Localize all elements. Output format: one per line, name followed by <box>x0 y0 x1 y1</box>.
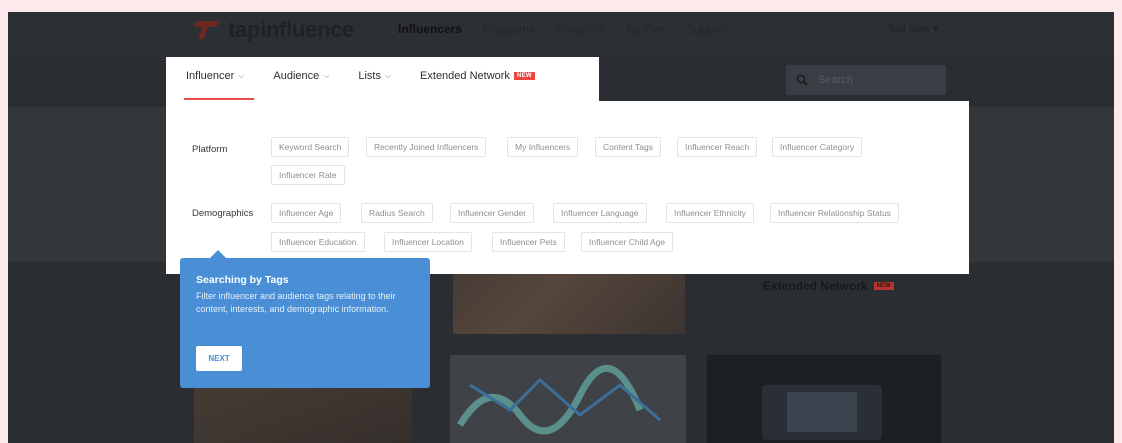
chip-influencer-location[interactable]: Influencer Location <box>384 232 472 252</box>
chevron-down-icon: ⌵ <box>323 71 330 80</box>
next-button[interactable]: NEXT <box>196 346 242 371</box>
chip-influencer-child-age[interactable]: Influencer Child Age <box>581 232 674 252</box>
tooltip-body: Filter influencer and audience tags rela… <box>196 291 396 314</box>
filter-panel: Platform Keyword Search Recently Joined … <box>166 101 969 274</box>
active-tab-indicator <box>184 98 254 100</box>
top-navigation: Influencers Programs Analytics TapFire S… <box>398 22 728 36</box>
background-card-phone <box>707 355 941 443</box>
chip-influencer-gender[interactable]: Influencer Gender <box>450 203 535 223</box>
tab-label: Extended Network <box>420 70 510 82</box>
chip-my-influencers[interactable]: My Influencers <box>507 137 579 157</box>
user-menu[interactable]: Test User ▾ <box>888 24 938 35</box>
chevron-down-icon: ⌵ <box>384 71 392 80</box>
platform-label: Platform <box>192 144 228 155</box>
chip-influencer-education[interactable]: Influencer Education <box>271 232 365 252</box>
chip-influencer-category[interactable]: Influencer Category <box>772 137 863 157</box>
nav-analytics[interactable]: Analytics <box>556 22 604 36</box>
chip-content-tags[interactable]: Content Tags <box>595 137 661 157</box>
app-frame: tapinfluence Influencers Programs Analyt… <box>8 12 1114 443</box>
chip-influencer-ethnicity[interactable]: Influencer Ethnicity <box>666 203 754 223</box>
search-icon <box>796 74 808 86</box>
new-badge: NEW <box>873 282 894 290</box>
search-tab-bar: Influencer ⌵ Audience ⌵ Lists ⌵ Extended… <box>166 57 599 101</box>
tab-extended-network[interactable]: Extended Network NEW <box>420 70 535 82</box>
onboarding-tooltip: Searching by Tags Filter influencer and … <box>180 258 430 388</box>
tapinfluence-logo-icon <box>194 21 220 39</box>
chip-influencer-rate[interactable]: Influencer Rate <box>271 165 345 185</box>
extended-network-card-label[interactable]: Extended Network NEW <box>763 279 894 293</box>
nav-influencers[interactable]: Influencers <box>398 22 462 36</box>
search-input[interactable]: Search <box>786 65 946 95</box>
tab-lists[interactable]: Lists ⌵ <box>358 70 391 82</box>
chevron-down-icon: ⌵ <box>238 71 245 80</box>
chip-keyword-search[interactable]: Keyword Search <box>271 137 350 157</box>
pattern-graphic <box>456 364 661 435</box>
new-badge: NEW <box>513 72 535 80</box>
brand-name: tapinfluence <box>228 17 354 42</box>
chip-influencer-language[interactable]: Influencer Language <box>553 203 647 223</box>
chip-radius-search[interactable]: Radius Search <box>361 203 433 223</box>
tab-audience[interactable]: Audience ⌵ <box>273 70 329 82</box>
extended-network-card-title: Extended Network <box>763 279 868 293</box>
chip-influencer-reach[interactable]: Influencer Reach <box>677 137 758 157</box>
nav-support[interactable]: Support <box>686 22 728 36</box>
phone-graphic <box>762 385 882 440</box>
brand-logo[interactable]: tapinfluence <box>194 14 354 46</box>
chip-recently-joined[interactable]: Recently Joined Influencers <box>366 137 487 157</box>
chip-influencer-pets[interactable]: Influencer Pets <box>492 232 565 252</box>
tab-influencer[interactable]: Influencer ⌵ <box>186 70 244 82</box>
tooltip-arrow <box>210 250 226 258</box>
background-card-pattern <box>450 355 686 443</box>
search-placeholder: Search <box>818 74 853 86</box>
tab-label: Audience <box>273 70 320 82</box>
chip-influencer-relationship-status[interactable]: Influencer Relationship Status <box>770 203 899 223</box>
nav-programs[interactable]: Programs <box>483 22 535 36</box>
tooltip-title: Searching by Tags <box>196 274 289 286</box>
tab-label: Lists <box>358 70 381 82</box>
nav-tapfire[interactable]: TapFire <box>625 22 665 36</box>
tab-label: Influencer <box>186 70 235 82</box>
demographics-label: Demographics <box>192 208 254 219</box>
chip-influencer-age[interactable]: Influencer Age <box>271 203 342 223</box>
